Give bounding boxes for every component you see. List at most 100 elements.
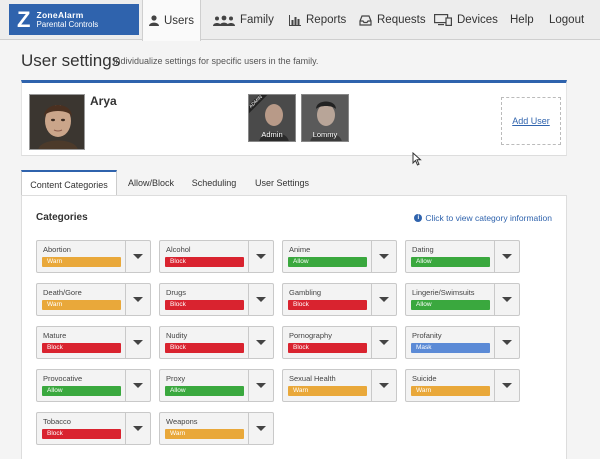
category-status-badge: Block — [42, 343, 121, 353]
category-card: Alcohol Block — [159, 240, 274, 273]
chevron-down-icon — [502, 297, 512, 302]
zonealarm-logo[interactable]: Z ZoneAlarm Parental Controls — [9, 4, 139, 35]
category-status-dropdown[interactable] — [248, 284, 273, 315]
category-card: Gambling Block — [282, 283, 397, 316]
category-status-dropdown[interactable] — [371, 284, 396, 315]
category-status-badge: Block — [165, 300, 244, 310]
category-card: Suicide Warn — [405, 369, 520, 402]
category-status-dropdown[interactable] — [125, 241, 150, 272]
category-card: Sexual Health Warn — [282, 369, 397, 402]
category-name: Suicide — [412, 374, 437, 383]
user-profile-panel: Arya ADMIN Admin Lommy Add User — [21, 80, 567, 156]
category-status-badge: Allow — [42, 386, 121, 396]
category-status-badge: Block — [42, 429, 121, 439]
category-status-badge: Mask — [411, 343, 490, 353]
tab-allow-block[interactable]: Allow/Block — [121, 170, 181, 196]
category-status-badge: Warn — [42, 257, 121, 267]
category-name: Nudity — [166, 331, 188, 340]
categories-heading: Categories — [36, 212, 88, 223]
family-member-lommy[interactable]: Lommy — [301, 94, 349, 142]
devices-icon — [434, 14, 452, 26]
category-status-badge: Block — [288, 300, 367, 310]
nav-family[interactable]: Family — [213, 0, 274, 40]
category-status-dropdown[interactable] — [248, 241, 273, 272]
nav-help[interactable]: Help — [510, 0, 534, 40]
tab-content-categories[interactable]: Content Categories — [21, 170, 117, 197]
category-status-dropdown[interactable] — [494, 370, 519, 401]
chevron-down-icon — [256, 254, 266, 259]
category-status-badge: Block — [165, 343, 244, 353]
category-status-dropdown[interactable] — [371, 241, 396, 272]
requests-icon — [359, 14, 372, 26]
category-card: Death/Gore Warn — [36, 283, 151, 316]
member-label: Admin — [261, 130, 283, 139]
category-name: Abortion — [43, 245, 71, 254]
add-user-button[interactable]: Add User — [501, 97, 561, 145]
category-card: Weapons Warn — [159, 412, 274, 445]
chevron-down-icon — [256, 297, 266, 302]
chevron-down-icon — [256, 426, 266, 431]
category-status-dropdown[interactable] — [125, 327, 150, 358]
category-card: Nudity Block — [159, 326, 274, 359]
category-status-dropdown[interactable] — [494, 241, 519, 272]
top-navigation-bar: Z ZoneAlarm Parental Controls Users Fami… — [0, 0, 600, 41]
category-status-dropdown[interactable] — [125, 284, 150, 315]
logo-product-name: Parental Controls — [36, 19, 99, 29]
category-name: Gambling — [289, 288, 322, 297]
selected-user-avatar[interactable] — [29, 94, 85, 150]
chevron-down-icon — [502, 254, 512, 259]
chevron-down-icon — [379, 254, 389, 259]
nav-logout[interactable]: Logout — [549, 0, 584, 40]
category-name: Alcohol — [166, 245, 191, 254]
mouse-cursor-icon — [412, 152, 422, 166]
logo-brand-name: ZoneAlarm — [36, 9, 84, 20]
category-status-badge: Warn — [42, 300, 121, 310]
category-status-dropdown[interactable] — [371, 327, 396, 358]
nav-requests[interactable]: Requests — [359, 0, 426, 40]
category-status-badge: Block — [288, 343, 367, 353]
chevron-down-icon — [133, 426, 143, 431]
category-name: Sexual Health — [289, 374, 336, 383]
category-status-dropdown[interactable] — [248, 370, 273, 401]
nav-users[interactable]: Users — [142, 0, 201, 41]
content-categories-panel: Categories i Click to view category info… — [21, 195, 567, 459]
category-name: Weapons — [166, 417, 198, 426]
family-member-admin[interactable]: ADMIN Admin — [248, 94, 296, 142]
category-status-badge: Warn — [165, 429, 244, 439]
category-name: Proxy — [166, 374, 186, 383]
category-status-badge: Allow — [411, 300, 490, 310]
category-name: Anime — [289, 245, 311, 254]
category-status-badge: Warn — [411, 386, 490, 396]
category-name: Dating — [412, 245, 434, 254]
chevron-down-icon — [379, 297, 389, 302]
nav-devices[interactable]: Devices — [434, 0, 498, 40]
category-card: Pornography Block — [282, 326, 397, 359]
category-name: Death/Gore — [43, 288, 82, 297]
logo-letter: Z — [17, 6, 31, 32]
category-status-dropdown[interactable] — [125, 370, 150, 401]
category-status-dropdown[interactable] — [371, 370, 396, 401]
chevron-down-icon — [379, 383, 389, 388]
category-card: Tobacco Block — [36, 412, 151, 445]
category-name: Pornography — [289, 331, 332, 340]
chevron-down-icon — [379, 340, 389, 345]
category-status-dropdown[interactable] — [494, 284, 519, 315]
chevron-down-icon — [502, 383, 512, 388]
category-status-dropdown[interactable] — [494, 327, 519, 358]
category-name: Profanity — [412, 331, 442, 340]
settings-tabs: Content Categories Allow/Block Schedulin… — [21, 170, 567, 197]
tab-scheduling[interactable]: Scheduling — [186, 170, 242, 196]
chevron-down-icon — [133, 297, 143, 302]
tab-user-settings[interactable]: User Settings — [249, 170, 315, 196]
nav-reports[interactable]: Reports — [289, 0, 346, 40]
category-status-dropdown[interactable] — [248, 413, 273, 444]
user-icon — [148, 15, 159, 26]
category-status-dropdown[interactable] — [125, 413, 150, 444]
category-status-dropdown[interactable] — [248, 327, 273, 358]
category-card: Drugs Block — [159, 283, 274, 316]
category-status-badge: Allow — [411, 257, 490, 267]
category-card: Profanity Mask — [405, 326, 520, 359]
category-card: Anime Allow — [282, 240, 397, 273]
category-info-link[interactable]: i Click to view category information — [414, 213, 552, 223]
category-card: Provocative Allow — [36, 369, 151, 402]
